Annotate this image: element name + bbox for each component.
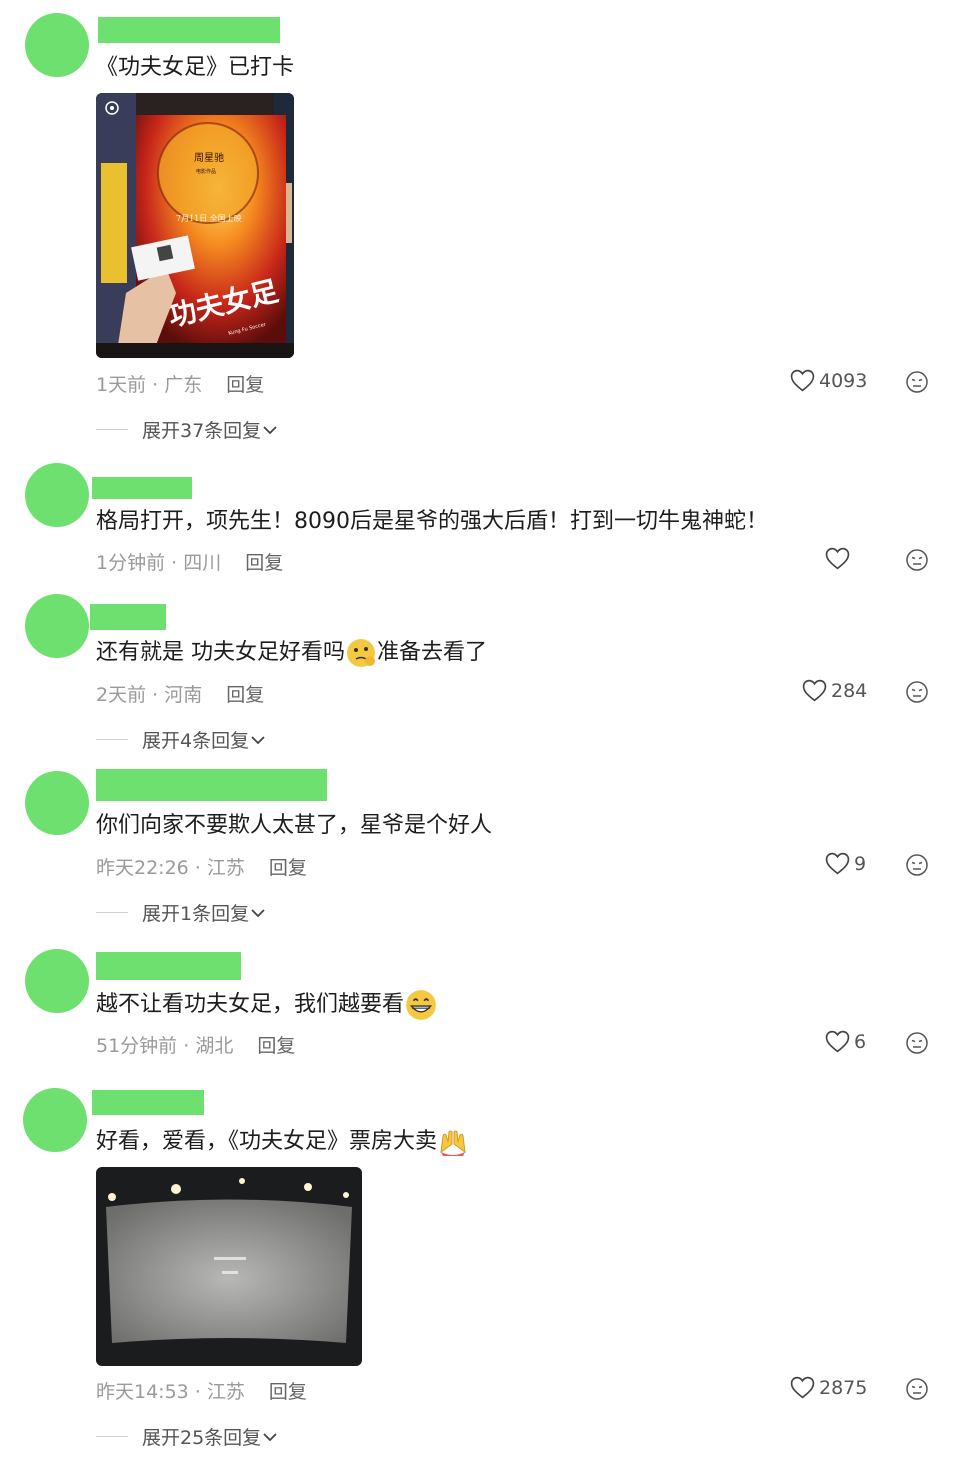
like-button[interactable]: 4093 xyxy=(790,369,867,392)
dislike-face-icon[interactable] xyxy=(905,853,929,877)
comment-text: 还有就是 功夫女足好看吗 准备去看了 xyxy=(96,637,487,669)
heart-icon xyxy=(790,369,815,392)
heart-icon xyxy=(825,547,850,570)
chevron-down-icon xyxy=(263,425,277,434)
like-button[interactable]: 6 xyxy=(825,1030,866,1053)
dislike-face-icon[interactable] xyxy=(905,1031,929,1055)
comment-time: 1分钟前 xyxy=(96,552,166,574)
chevron-down-icon xyxy=(263,1432,277,1441)
like-button[interactable]: 9 xyxy=(825,852,866,875)
username-redacted[interactable] xyxy=(98,17,280,43)
like-count: 2875 xyxy=(819,1376,868,1399)
reply-button[interactable]: 回复 xyxy=(269,1381,307,1403)
chevron-down-icon xyxy=(251,908,265,917)
avatar[interactable] xyxy=(23,1088,87,1152)
comment-text-part: 越不让看功夫女足，我们越要看 xyxy=(96,992,405,1017)
reply-button[interactable]: 回复 xyxy=(257,1035,295,1057)
comment-text-part: 准备去看了 xyxy=(377,640,488,665)
username-redacted[interactable] xyxy=(92,477,192,499)
expand-replies[interactable]: 展开25条回复 xyxy=(96,1423,279,1450)
like-count: 9 xyxy=(854,852,867,875)
username-redacted[interactable] xyxy=(90,604,166,630)
dislike-face-icon[interactable] xyxy=(905,680,929,704)
comment-text: 好看，爱看，《功夫女足》票房大卖 xyxy=(96,1126,469,1158)
comment-text: 《功夫女足》已打卡 xyxy=(96,55,295,80)
comment-location: 广东 xyxy=(164,374,203,396)
avatar[interactable] xyxy=(25,771,89,835)
dislike-face-icon[interactable] xyxy=(905,370,929,394)
expand-replies-label: 展开37条回复 xyxy=(142,420,262,442)
reply-button[interactable]: 回复 xyxy=(269,857,307,879)
expand-replies[interactable]: 展开4条回复 xyxy=(96,726,267,753)
avatar[interactable] xyxy=(25,13,89,77)
reply-button[interactable]: 回复 xyxy=(226,374,264,396)
comment-meta: 2天前 · 河南 回复 xyxy=(96,684,265,706)
comment-location: 湖北 xyxy=(195,1035,234,1057)
comment-time: 昨天14:53 xyxy=(96,1381,189,1403)
comment-text: 你们向家不要欺人太甚了，星爷是个好人 xyxy=(96,813,493,838)
grinning-emoji-icon xyxy=(406,990,436,1020)
reply-button[interactable]: 回复 xyxy=(245,552,283,574)
like-count: 6 xyxy=(854,1030,867,1053)
avatar[interactable] xyxy=(25,463,89,527)
comment-meta: 昨天14:53 · 江苏 回复 xyxy=(96,1381,307,1403)
like-button[interactable]: 2875 xyxy=(790,1376,867,1399)
thinking-emoji-icon xyxy=(347,639,375,667)
comment-text: 格局打开，项先生！8090后是星爷的强大后盾！打到一切牛鬼神蛇！ xyxy=(96,509,768,534)
expand-replies[interactable]: 展开1条回复 xyxy=(96,899,267,926)
comment-time: 1天前 xyxy=(96,374,147,396)
like-count: 4093 xyxy=(819,369,868,392)
poster-release: 7月11日 全国上映 xyxy=(176,213,242,223)
comment-meta: 1分钟前 · 四川 回复 xyxy=(96,552,284,574)
avatar[interactable] xyxy=(25,949,89,1013)
comment-text-part: 还有就是 功夫女足好看吗 xyxy=(96,640,345,665)
chevron-down-icon xyxy=(251,735,265,744)
heart-icon xyxy=(825,1030,850,1053)
comment-text-part: 好看，爱看，《功夫女足》票房大卖 xyxy=(96,1129,438,1154)
reply-button[interactable]: 回复 xyxy=(226,684,264,706)
like-count: 284 xyxy=(831,679,868,702)
comment-meta: 51分钟前 · 湖北 回复 xyxy=(96,1035,296,1057)
heart-icon xyxy=(790,1376,815,1399)
expand-replies-label: 展开1条回复 xyxy=(142,903,250,925)
comment-location: 四川 xyxy=(183,552,222,574)
heart-icon xyxy=(802,679,827,702)
expand-replies-label: 展开4条回复 xyxy=(142,730,250,752)
like-button[interactable]: 284 xyxy=(802,679,867,702)
comment-time: 51分钟前 xyxy=(96,1035,178,1057)
comment-text: 越不让看功夫女足，我们越要看 xyxy=(96,988,438,1022)
poster-director-sub: 电影作品 xyxy=(196,168,216,175)
dislike-face-icon[interactable] xyxy=(905,1377,929,1401)
comment-location: 江苏 xyxy=(206,857,245,879)
username-redacted[interactable] xyxy=(96,769,327,801)
comment-meta: 昨天22:26 · 江苏 回复 xyxy=(96,857,307,879)
dislike-face-icon[interactable] xyxy=(905,548,929,572)
comment-time: 昨天22:26 xyxy=(96,857,189,879)
poster-director: 周星驰 xyxy=(194,151,224,164)
like-button[interactable] xyxy=(825,547,850,570)
expand-replies-label: 展开25条回复 xyxy=(142,1427,262,1449)
comment-photo-poster[interactable]: 周星驰 电影作品 7月11日 全国上映 功夫女足 Kung Fu Soccer xyxy=(96,93,294,358)
raising-hands-emoji-icon xyxy=(440,1130,466,1156)
username-redacted[interactable] xyxy=(96,952,241,980)
comment-location: 江苏 xyxy=(206,1381,245,1403)
comment-meta: 1天前 · 广东 回复 xyxy=(96,374,265,396)
expand-replies[interactable]: 展开37条回复 xyxy=(96,416,279,443)
username-redacted[interactable] xyxy=(92,1090,204,1115)
comment-location: 河南 xyxy=(164,684,203,706)
comment-time: 2天前 xyxy=(96,684,147,706)
heart-icon xyxy=(825,852,850,875)
avatar[interactable] xyxy=(25,594,89,658)
comment-photo-cinema-screen[interactable] xyxy=(96,1167,362,1366)
